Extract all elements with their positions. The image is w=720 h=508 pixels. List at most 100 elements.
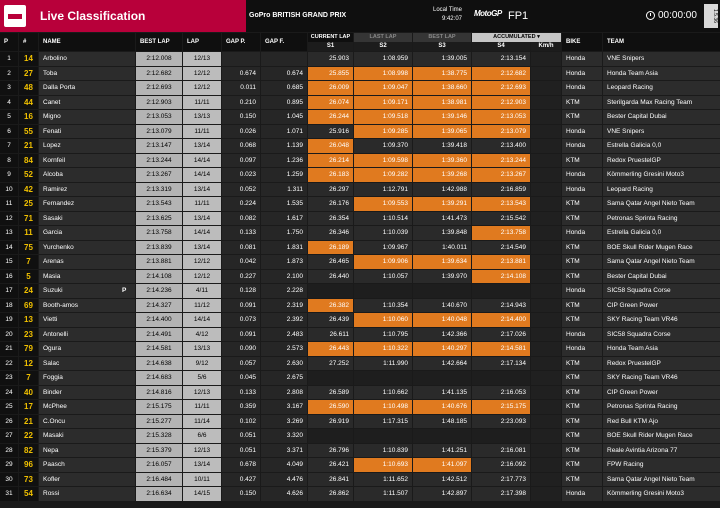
header-pos[interactable]: P [0,33,18,51]
cell-s1: 26.214 [308,153,353,167]
header-lap[interactable]: LAP [183,33,221,51]
header-s3[interactable]: S3 [413,42,471,51]
cell-pos: 5 [0,110,18,124]
table-row[interactable]: 13 11 Garcia 2:13.758 14/14 0.133 1.750 26.346 1… [0,226,720,240]
cell-kmh [531,371,561,385]
cell-gp: 0.359 [222,400,260,414]
cell-gf: 1.535 [261,197,307,211]
cell-team: Reale Avintia Arizona 77 [603,443,720,457]
header-gf[interactable]: GAP F. [261,33,307,51]
cell-lap: 11/11 [183,124,221,138]
table-row[interactable]: 25 17 McPhee 2:15.175 11/11 0.359 3.167 26.590 1… [0,400,720,414]
table-row[interactable]: 6 55 Fenati 2:13.079 11/11 0.026 1.071 25.916 1:… [0,124,720,138]
table-row[interactable]: 8 84 Kornfeil 2:13.244 14/14 0.097 1.236 26.214… [0,153,720,167]
table-row[interactable]: 7 21 Lopez 2:13.147 13/14 0.068 1.139 26.048 1:0… [0,139,720,153]
cell-best: 2:16.634 [136,487,182,501]
cell-kmh [531,226,561,240]
table-row[interactable]: 28 82 Nepa 2:15.379 12/13 0.051 3.371 26.796 1:1… [0,443,720,457]
cell-lap: 11/11 [183,197,221,211]
cell-best: 2:14.327 [136,298,182,312]
cell-s1: 26.590 [308,400,353,414]
cell-best: 2:12.903 [136,95,182,109]
local-time-value: 9:42:07 [441,16,462,22]
table-row[interactable]: 17 24 Suzuki 2:14.236 4/11 0.128 2.228 Honda SIC… [0,284,720,298]
cell-team: CIP Green Power [603,385,720,399]
header-name[interactable]: NAME [39,33,135,51]
table-row[interactable]: 5 16 Migno 2:13.053 13/13 0.150 1.045 26.244 1:0… [0,110,720,124]
table-row[interactable]: 29 96 Paasch 2:16.057 13/14 0.678 4.049 26.421 1… [0,458,720,472]
cell-lap: 13/13 [183,110,221,124]
cell-s3: 1:41.473 [413,211,471,225]
table-row[interactable]: 22 12 Salac 2:14.638 9/12 0.057 2.630 27.252 1:1… [0,356,720,370]
cell-num: 84 [19,153,38,167]
cell-s1: 26.589 [308,385,353,399]
header-num[interactable]: # [19,33,38,51]
table-row[interactable]: 23 7 Foggia 2:14.683 5/6 0.045 2.675 KTM SKY Rac… [0,371,720,385]
table-row[interactable]: 4 44 Canet 2:12.903 11/11 0.210 0.895 26.074 1:0… [0,95,720,109]
cell-bike: KTM [562,371,602,385]
cell-gp: 0.082 [222,211,260,225]
cell-gp: 0.150 [222,487,260,501]
cell-gf: 4.626 [261,487,307,501]
table-row[interactable]: 26 21 C.Oncu 2:15.277 11/14 0.102 3.269 26.919 1… [0,414,720,428]
cell-s1: 25.903 [308,52,353,66]
header-kmh[interactable]: Km/h [531,42,561,51]
cell-gf: 1.617 [261,211,307,225]
cell-kmh [531,472,561,486]
cell-num: 44 [19,95,38,109]
table-row[interactable]: 30 73 Kofler 2:16.484 10/11 0.427 4.476 26.841 1… [0,472,720,486]
table-row[interactable]: 2 27 Toba 2:12.682 12/12 0.674 0.674 25.855 1:08… [0,66,720,80]
cell-s3: 1:42.988 [413,182,471,196]
header-s4[interactable]: S4 [472,42,530,51]
cell-gp: 0.026 [222,124,260,138]
table-row[interactable]: 1 14 Arbolino 2:12.008 12/13 25.903 1:08.959 1:… [0,52,720,66]
cell-s2: 1:10.662 [354,385,412,399]
header-best[interactable]: BEST LAP [136,33,182,51]
cell-name: Ogura [39,342,135,356]
table-row[interactable]: 24 40 Binder 2:14.816 12/13 0.133 2.808 26.589 1… [0,385,720,399]
table-row[interactable]: 19 13 Vietti 2:14.400 14/14 0.073 2.392 26.439 1… [0,313,720,327]
cell-kmh [531,414,561,428]
cell-gp: 0.073 [222,313,260,327]
table-row[interactable]: 11 25 Fernandez 2:13.543 11/11 0.224 1.535 26.1… [0,197,720,211]
cell-s3: 1:39.065 [413,124,471,138]
header-gp[interactable]: GAP P. [222,33,260,51]
cell-gf: 4.049 [261,458,307,472]
table-row[interactable]: 21 79 Ogura 2:14.581 13/13 0.090 2.573 26.443 1:… [0,342,720,356]
table-row[interactable]: 15 7 Arenas 2:13.881 12/12 0.042 1.873 26.465 1:… [0,255,720,269]
cell-name: Salac [39,356,135,370]
cell-lap: 12/13 [183,443,221,457]
header-s2[interactable]: S2 [354,42,412,51]
cell-num: 24 [19,284,38,298]
cell-s3: 1:42.512 [413,472,471,486]
cell-name: Alcoba [39,168,135,182]
cell-gp: 0.091 [222,298,260,312]
table-row[interactable]: 20 23 Antonelli 2:14.491 4/12 0.091 2.483 26.61… [0,327,720,341]
cell-kmh [531,124,561,138]
header-bike[interactable]: BIKE [562,33,602,51]
table-row[interactable]: 9 52 Alcoba 2:13.267 14/14 0.023 1.259 26.183 1:… [0,168,720,182]
cell-num: 12 [19,356,38,370]
brand-logo: MotoGP [474,9,502,18]
cell-name: Garcia [39,226,135,240]
table-row[interactable]: 3 48 Dalla Porta 2:12.693 12/12 0.011 0.685 26.… [0,81,720,95]
cell-s2: 1:09.518 [354,110,412,124]
table-row[interactable]: 14 75 Yurchenko 2:13.839 13/14 0.081 1.831 26.1… [0,240,720,254]
table-row[interactable]: 10 42 Ramirez 2:13.319 13/14 0.052 1.311 26.297… [0,182,720,196]
table-row[interactable]: 18 69 Booth-amos 2:14.327 11/12 0.091 2.319 26.… [0,298,720,312]
cell-name: Masaki [39,429,135,443]
header-s1[interactable]: S1 [308,42,353,51]
cell-bike: KTM [562,414,602,428]
cell-s3 [413,284,471,298]
cell-best: 2:14.108 [136,269,182,283]
table-row[interactable]: 31 54 Rossi 2:16.634 14/15 0.150 4.626 26.862 1:… [0,487,720,501]
cell-best: 2:14.683 [136,371,182,385]
cell-s3 [413,429,471,443]
table-row[interactable]: 27 22 Masaki 2:15.328 6/6 0.051 3.320 KTM BOE Sk… [0,429,720,443]
cell-team: Bester Capital Dubai [603,110,720,124]
header-team[interactable]: TEAM [603,33,720,51]
cell-s4: 2:16.053 [472,385,530,399]
cell-pos: 13 [0,226,18,240]
table-row[interactable]: 12 71 Sasaki 2:13.625 13/14 0.082 1.617 26.354 1… [0,211,720,225]
table-row[interactable]: 16 5 Masia 2:14.108 12/12 0.227 2.100 26.440 1:1… [0,269,720,283]
